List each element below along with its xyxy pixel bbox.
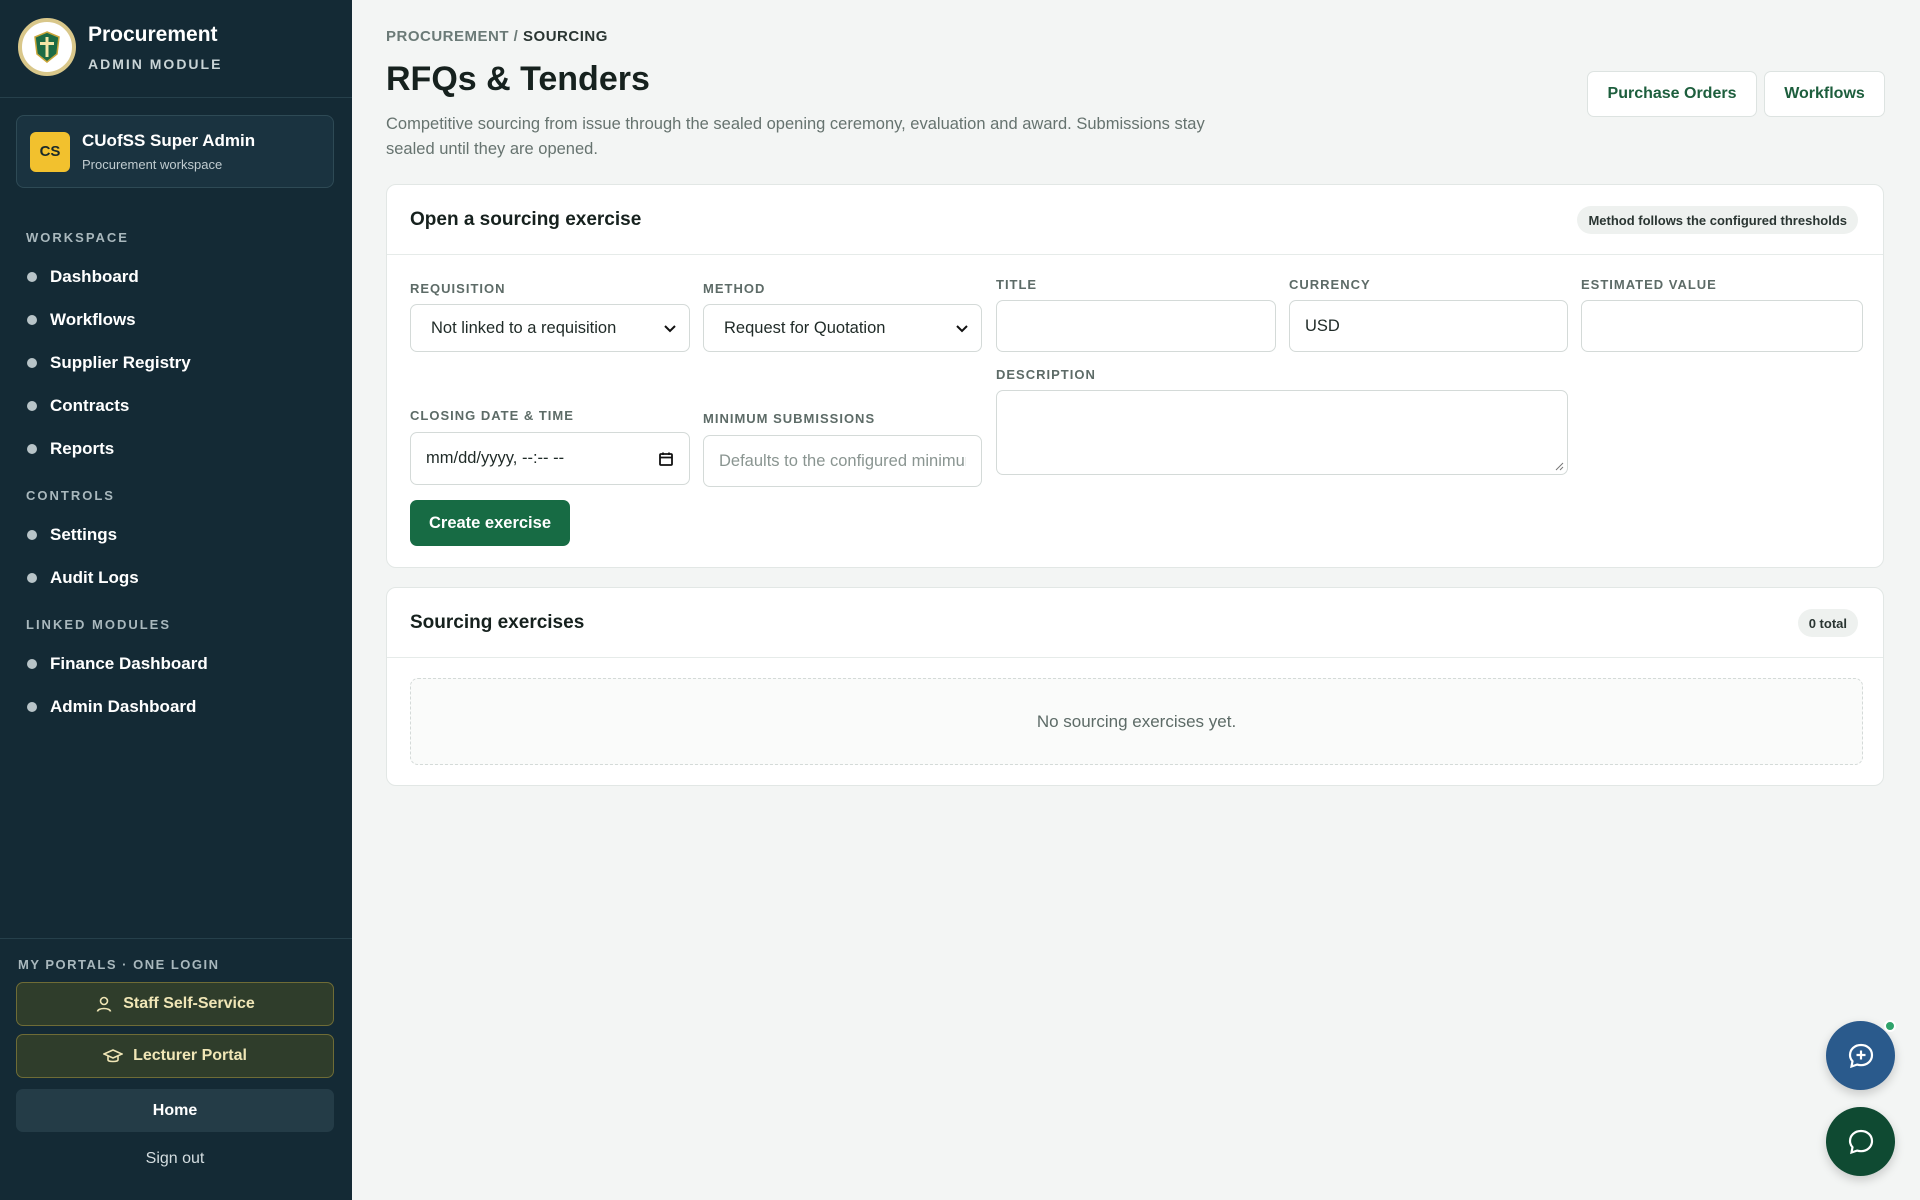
calendar-icon[interactable] [658, 451, 674, 467]
notification-dot [1884, 1020, 1896, 1032]
brand-subtitle: ADMIN MODULE [88, 55, 223, 72]
description-label: DESCRIPTION [996, 367, 1096, 382]
method-value: Request for Quotation [724, 318, 886, 337]
workflows-button[interactable]: Workflows [1764, 71, 1885, 117]
description-textarea[interactable] [996, 390, 1568, 475]
brand[interactable]: Procurement ADMIN MODULE [18, 18, 222, 76]
ai-chat-icon [1848, 1043, 1873, 1068]
bullet-icon [27, 659, 37, 669]
bullet-icon [27, 444, 37, 454]
sidebar-item-label: Admin Dashboard [50, 697, 197, 716]
estimated-value-input[interactable] [1581, 300, 1863, 352]
sidebar-item-reports[interactable]: Reports [27, 439, 114, 459]
card-header: Sourcing exercises 0 total [387, 588, 1883, 658]
user-card[interactable]: CS CUofSS Super Admin Procurement worksp… [16, 115, 334, 188]
resize-handle-icon[interactable] [1554, 461, 1564, 471]
chevron-down-icon [664, 325, 676, 333]
sidebar-item-supplier-registry[interactable]: Supplier Registry [27, 353, 191, 373]
sidebar-item-workflows[interactable]: Workflows [27, 310, 136, 330]
bullet-icon [27, 530, 37, 540]
sidebar-item-label: Reports [50, 439, 115, 458]
currency-input[interactable]: USD [1289, 300, 1568, 352]
breadcrumb-current: SOURCING [523, 28, 608, 45]
sidebar-item-contracts[interactable]: Contracts [27, 396, 129, 416]
method-label: METHOD [703, 281, 766, 296]
logo-emblem-icon [18, 18, 76, 76]
bullet-icon [27, 401, 37, 411]
staff-self-service-button[interactable]: Staff Self-Service [16, 982, 334, 1026]
bullet-icon [27, 315, 37, 325]
sidebar-item-admin-dashboard[interactable]: Admin Dashboard [27, 697, 196, 717]
min-submissions-label: MINIMUM SUBMISSIONS [703, 411, 876, 426]
min-submissions-placeholder: Defaults to the configured minimum [719, 451, 966, 470]
avatar: CS [30, 131, 70, 172]
threshold-badge: Method follows the configured thresholds [1577, 206, 1858, 234]
empty-state: No sourcing exercises yet. [410, 678, 1863, 765]
chat-button[interactable] [1826, 1107, 1895, 1176]
sidebar-item-label: Workflows [50, 310, 136, 329]
create-exercise-button[interactable]: Create exercise [410, 500, 570, 546]
brand-title: Procurement [88, 22, 218, 46]
closing-datetime-value: mm/dd/yyyy, --:-- -- [426, 449, 565, 467]
sidebar-item-label: Dashboard [50, 267, 139, 286]
page-title: RFQs & Tenders [386, 60, 650, 98]
closing-date-label: CLOSING DATE & TIME [410, 408, 574, 423]
main-content: PROCUREMENT / SOURCING RFQs & Tenders Co… [352, 0, 1920, 1200]
page-description: Competitive sourcing from issue through … [386, 115, 1205, 158]
sidebar-item-label: Audit Logs [50, 568, 139, 587]
section-label-workspace: WORKSPACE [26, 230, 129, 245]
method-select[interactable]: Request for Quotation [703, 304, 982, 352]
breadcrumb-separator: / [509, 28, 524, 45]
home-button[interactable]: Home [16, 1089, 334, 1132]
user-icon [96, 996, 112, 1012]
count-badge: 0 total [1797, 609, 1858, 637]
portal-label: Lecturer Portal [133, 1047, 247, 1064]
graduation-cap-icon [103, 1049, 124, 1063]
open-sourcing-card: Open a sourcing exercise Method follows … [386, 184, 1884, 568]
title-label: TITLE [996, 277, 1038, 292]
sidebar-item-label: Supplier Registry [50, 353, 191, 372]
requisition-label: REQUISITION [410, 281, 506, 296]
portals-label: MY PORTALS · ONE LOGIN [18, 957, 220, 972]
requisition-select[interactable]: Not linked to a requisition [410, 304, 690, 352]
bullet-icon [27, 358, 37, 368]
section-label-controls: CONTROLS [26, 488, 115, 503]
bullet-icon [27, 702, 37, 712]
min-submissions-input[interactable]: Defaults to the configured minimum [703, 435, 982, 487]
sidebar-item-audit-logs[interactable]: Audit Logs [27, 568, 139, 588]
requisition-value: Not linked to a requisition [431, 318, 617, 337]
user-name: CUofSS Super Admin [82, 131, 256, 150]
bullet-icon [27, 573, 37, 583]
card-title: Open a sourcing exercise [410, 209, 642, 230]
sidebar-item-dashboard[interactable]: Dashboard [27, 267, 139, 287]
chevron-down-icon [956, 325, 968, 333]
breadcrumb-root[interactable]: PROCUREMENT [386, 28, 509, 45]
sidebar-item-label: Contracts [50, 396, 130, 415]
purchase-orders-button[interactable]: Purchase Orders [1587, 71, 1757, 117]
sourcing-exercises-card: Sourcing exercises 0 total No sourcing e… [386, 587, 1884, 786]
sidebar-item-finance-dashboard[interactable]: Finance Dashboard [27, 654, 208, 674]
closing-datetime-input[interactable]: mm/dd/yyyy, --:-- -- [410, 432, 690, 485]
card-title: Sourcing exercises [410, 612, 585, 633]
section-label-linked-modules: LINKED MODULES [26, 617, 171, 632]
sidebar: Procurement ADMIN MODULE CS CUofSS Super… [0, 0, 352, 1200]
bullet-icon [27, 272, 37, 282]
portal-label: Staff Self-Service [123, 995, 255, 1012]
sign-out-link[interactable]: Sign out [16, 1150, 334, 1168]
chat-bubble-icon [1848, 1129, 1873, 1154]
sidebar-item-label: Finance Dashboard [50, 654, 208, 673]
sidebar-item-settings[interactable]: Settings [27, 525, 117, 545]
lecturer-portal-button[interactable]: Lecturer Portal [16, 1034, 334, 1078]
sidebar-divider [0, 938, 352, 939]
ai-assistant-button[interactable] [1826, 1021, 1895, 1090]
sidebar-divider [0, 97, 352, 98]
sidebar-item-label: Settings [50, 525, 118, 544]
currency-label: CURRENCY [1289, 277, 1371, 292]
breadcrumb: PROCUREMENT / SOURCING [386, 28, 608, 45]
estimated-value-label: ESTIMATED VALUE [1581, 277, 1717, 292]
user-workspace: Procurement workspace [82, 157, 223, 172]
title-input[interactable] [996, 300, 1276, 352]
card-header: Open a sourcing exercise Method follows … [387, 185, 1883, 255]
